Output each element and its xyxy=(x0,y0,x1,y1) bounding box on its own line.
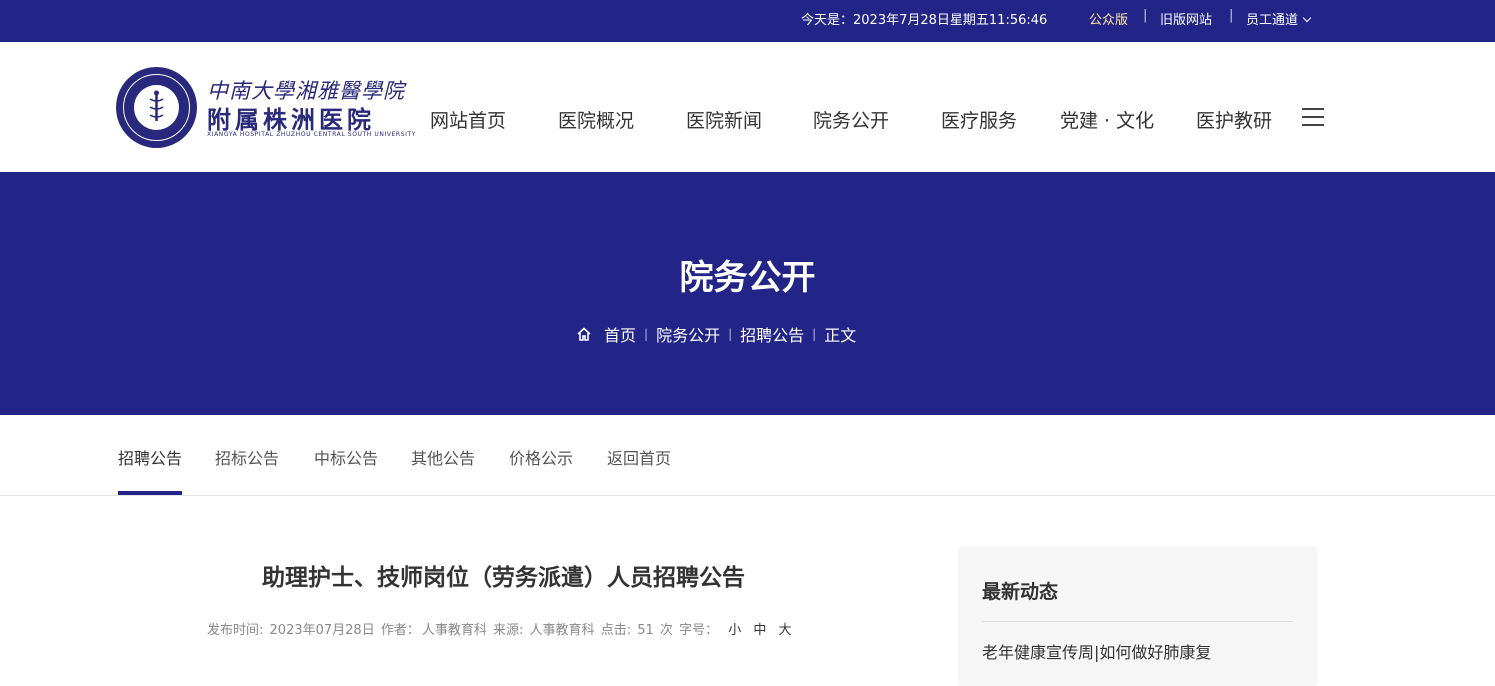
subnav-item-other[interactable]: 其他公告 xyxy=(411,445,475,469)
subnav-item-tender[interactable]: 招标公告 xyxy=(215,445,279,469)
logo-english-name: XIANGYA HOSPITAL ZHUZHOU CENTRAL SOUTH U… xyxy=(207,131,417,138)
click-count: 51 xyxy=(637,623,654,638)
font-size-label: 字号： xyxy=(679,623,719,638)
subnav-item-bid-result[interactable]: 中标公告 xyxy=(314,445,378,469)
hamburger-menu-icon[interactable] xyxy=(1302,108,1324,126)
nav-item-affairs[interactable]: 院务公开 xyxy=(813,106,889,133)
clicks-unit: 次 xyxy=(659,623,673,638)
sidebar-news-item[interactable]: 老年健康宣传周|如何做好肺康复 xyxy=(982,639,1211,663)
font-size-small-button[interactable]: 小 xyxy=(728,623,741,638)
chevron-down-icon xyxy=(1302,13,1312,23)
nav-item-news[interactable]: 医院新闻 xyxy=(686,106,762,133)
breadcrumb-separator: | xyxy=(728,327,733,341)
sidebar-divider xyxy=(982,621,1293,622)
staff-portal-dropdown[interactable]: 员工通道 xyxy=(1246,9,1312,28)
font-size-medium-button[interactable]: 中 xyxy=(753,623,766,638)
author: 人事教育科 xyxy=(421,623,487,638)
subnav-item-price[interactable]: 价格公示 xyxy=(509,445,573,469)
staff-portal-label: 员工通道 xyxy=(1246,13,1299,28)
source: 人事教育科 xyxy=(529,623,595,638)
page-title: 院务公开 xyxy=(679,258,816,298)
article-title: 助理护士、技师岗位（劳务派遣）人员招聘公告 xyxy=(262,565,745,591)
publish-label: 发布时间: xyxy=(207,623,264,638)
nav-item-medical-services[interactable]: 医疗服务 xyxy=(941,106,1017,133)
active-tab-indicator xyxy=(118,491,182,495)
hospital-emblem-logo[interactable] xyxy=(116,67,197,148)
sub-nav: 招聘公告 招标公告 中标公告 其他公告 价格公示 返回首页 xyxy=(0,415,1495,496)
top-bar: 今天是：2023年7月28日星期五11:56:46 公众版 | 旧版网站 | 员… xyxy=(0,0,1495,42)
breadcrumb: 首页 | 院务公开 | 招聘公告 | 正文 xyxy=(576,322,856,346)
current-date: 今天是：2023年7月28日星期五11:56:46 xyxy=(801,13,1048,28)
home-icon[interactable] xyxy=(576,326,592,342)
article-meta: 发布时间: 2023年07月28日 作者： 人事教育科 来源: 人事教育科 点击:… xyxy=(207,619,796,638)
source-label: 来源: xyxy=(493,623,524,638)
subnav-item-recruitment[interactable]: 招聘公告 xyxy=(118,445,182,469)
nav-item-home[interactable]: 网站首页 xyxy=(430,106,506,133)
old-site-link[interactable]: 旧版网站 xyxy=(1160,9,1212,28)
breadcrumb-separator: | xyxy=(812,327,817,341)
author-label: 作者： xyxy=(380,623,420,638)
topbar-separator: | xyxy=(1143,8,1148,23)
page-banner: 院务公开 首页 | 院务公开 | 招聘公告 | 正文 xyxy=(0,172,1495,415)
caduceus-icon xyxy=(149,90,164,121)
clicks-label: 点击: xyxy=(600,623,632,638)
latest-news-sidebar: 最新动态 老年健康宣传周|如何做好肺康复 xyxy=(958,546,1318,686)
breadcrumb-recruitment[interactable]: 招聘公告 xyxy=(740,322,804,346)
sidebar-heading: 最新动态 xyxy=(982,581,1059,603)
subnav-item-back-home[interactable]: 返回首页 xyxy=(607,445,671,469)
logo-hospital-name: 附属株洲医院 xyxy=(207,106,375,134)
publish-date: 2023年07月28日 xyxy=(269,623,375,638)
breadcrumb-affairs[interactable]: 院务公开 xyxy=(656,322,720,346)
breadcrumb-separator: | xyxy=(644,327,649,341)
breadcrumb-home[interactable]: 首页 xyxy=(604,322,636,346)
nav-item-research[interactable]: 医护教研 xyxy=(1196,106,1272,133)
site-header: 中南大學湘雅醫學院 附属株洲医院 XIANGYA HOSPITAL ZHUZHO… xyxy=(0,42,1495,172)
nav-item-party-culture[interactable]: 党建 · 文化 xyxy=(1060,106,1154,133)
public-version-link[interactable]: 公众版 xyxy=(1089,9,1128,28)
nav-item-overview[interactable]: 医院概况 xyxy=(558,106,634,133)
topbar-separator: | xyxy=(1229,8,1234,23)
breadcrumb-current: 正文 xyxy=(824,326,857,345)
emblem-center xyxy=(134,85,179,130)
font-size-large-button[interactable]: 大 xyxy=(779,623,792,638)
